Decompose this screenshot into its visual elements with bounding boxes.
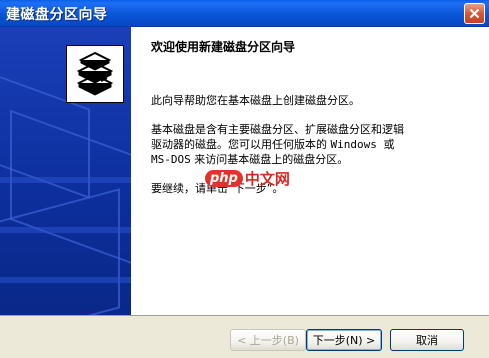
wizard-logo — [66, 45, 124, 103]
window-title: 建磁盘分区向导 — [6, 7, 108, 23]
watermark-badge: php — [205, 170, 243, 187]
basic-disk-description: 基本磁盘是含有主要磁盘分区、扩展磁盘分区和逻辑 驱动器的磁盘。您可以用任何版本的… — [151, 122, 471, 167]
next-button-label: 下一步(N) > — [312, 334, 376, 347]
basic-disk-line-1: 基本磁盘是含有主要磁盘分区、扩展磁盘分区和逻辑 — [151, 123, 404, 136]
back-button[interactable]: < 上一步(B) — [230, 329, 306, 351]
wizard-heading: 欢迎使用新建磁盘分区向导 — [151, 40, 296, 54]
banner-stripe — [0, 177, 131, 183]
continue-text: 要继续，请单击“下一步”。 — [151, 182, 284, 195]
disk-stack-icon — [71, 49, 119, 100]
basic-disk-line-3: 来访问基本磁盘上的磁盘分区。 — [190, 153, 349, 166]
wizard-banner — [0, 27, 131, 315]
intro-text: 此向导帮助您在基本磁盘上创建磁盘分区。 — [151, 94, 360, 107]
basic-disk-line-3-msdos: MS-DOS — [151, 153, 191, 166]
banner-stripe — [0, 277, 131, 283]
close-button[interactable] — [464, 3, 485, 24]
site-watermark: php 中文网 — [205, 168, 290, 189]
close-icon — [469, 8, 480, 19]
cancel-button-label: 取消 — [416, 334, 438, 347]
wizard-content: 欢迎使用新建磁盘分区向导 此向导帮助您在基本磁盘上创建磁盘分区。 基本磁盘是含有… — [151, 38, 471, 210]
basic-disk-line-2-windows: Windows 或 — [330, 138, 395, 151]
banner-stripe — [0, 227, 131, 233]
basic-disk-line-2: 驱动器的磁盘。您可以用任何版本的 — [151, 138, 331, 151]
cancel-button[interactable]: 取消 — [390, 329, 464, 351]
next-button[interactable]: 下一步(N) > — [306, 329, 382, 351]
button-bar: < 上一步(B) 下一步(N) > 取消 — [0, 315, 489, 358]
watermark-text: 中文网 — [244, 170, 290, 188]
back-button-label: < 上一步(B) — [237, 334, 299, 347]
title-bar[interactable]: 建磁盘分区向导 — [0, 0, 489, 27]
